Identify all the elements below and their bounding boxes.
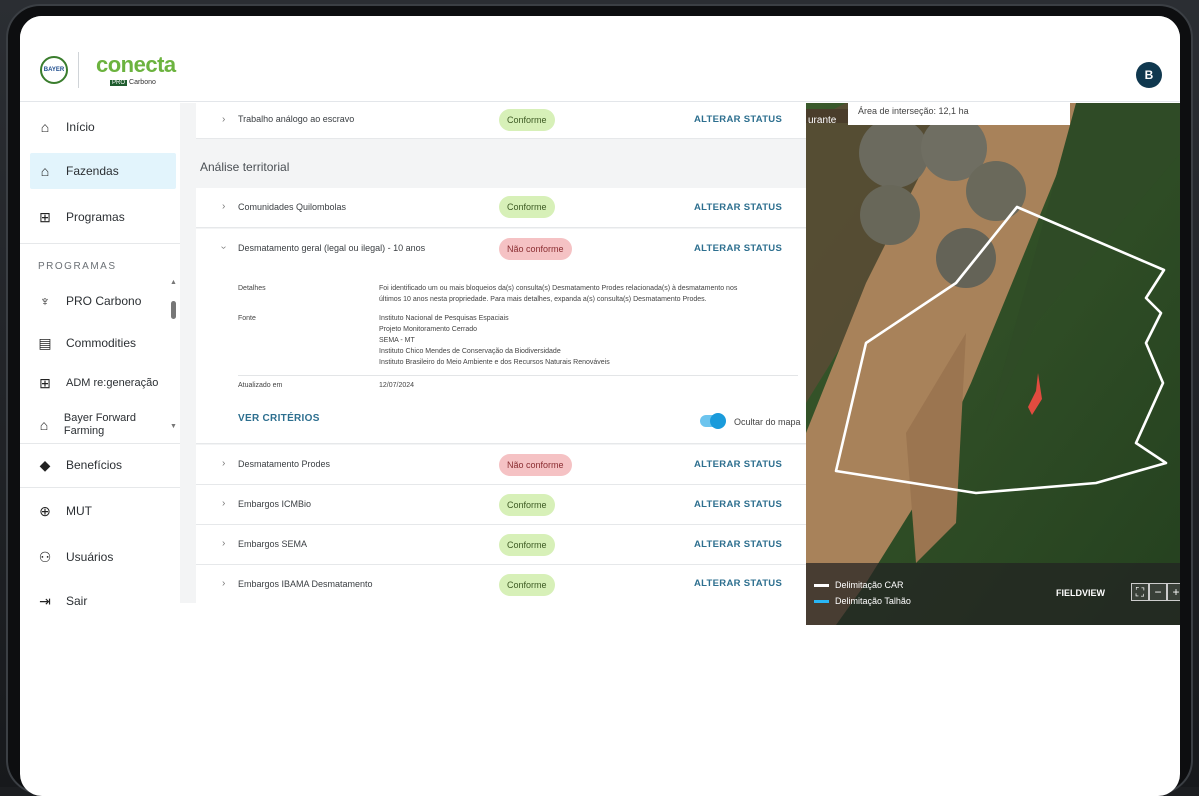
zoom-in-button[interactable]: + [1167, 583, 1180, 601]
status-badge: Não conforme [499, 238, 572, 260]
map-imagery [806, 103, 1180, 625]
satellite-map[interactable]: Área de interseção: 12,1 ha urante Delim… [806, 103, 1180, 625]
sidebar-scrollbar[interactable] [171, 301, 176, 319]
legend-talhao: Delimitação Talhão [814, 596, 911, 606]
list-item[interactable]: › Embargos IBAMA Desmatamento Conforme A… [196, 565, 806, 603]
conecta-logo-sub: PRO Carbono [110, 79, 156, 86]
alter-status-button[interactable]: ALTERAR STATUS [694, 114, 782, 125]
source-label: Fonte [238, 315, 256, 322]
chevron-right-icon[interactable]: › [222, 458, 225, 469]
source-item: Projeto Monitoramento Cerrado [379, 326, 478, 333]
details-label: Detalhes [238, 285, 266, 292]
source-item: Instituto Brasileiro do Meio Ambiente e … [379, 359, 610, 366]
status-badge: Conforme [499, 534, 555, 556]
list-item[interactable]: › Comunidades Quilombolas Conforme ALTER… [196, 188, 806, 228]
chevron-right-icon[interactable]: › [222, 578, 225, 589]
status-badge: Conforme [499, 574, 555, 596]
list-item[interactable]: › Desmatamento Prodes Não conforme ALTER… [196, 445, 806, 485]
updated-value: 12/07/2024 [379, 382, 415, 389]
app-screen: BAYER conecta PRO Carbono B ⌂ Início ⌂ Faze… [20, 16, 1180, 796]
sidebar: ⌂ Início ⌂ Fazendas ⊞ Programas PROGRAMAS ♆… [20, 103, 180, 609]
alter-status-button[interactable]: ALTERAR STATUS [694, 202, 782, 213]
map-place-label: urante [808, 115, 837, 126]
home-icon: ⌂ [40, 119, 50, 135]
zoom-out-button[interactable]: − [1149, 583, 1167, 601]
view-criteria-button[interactable]: VER CRITÉRIOS [238, 413, 320, 424]
sidebar-divider [20, 487, 180, 488]
alter-status-button[interactable]: ALTERAR STATUS [694, 459, 782, 470]
list-item[interactable]: › Embargos SEMA Conforme ALTERAR STATUS [196, 525, 806, 565]
legend-car: Delimitação CAR [814, 580, 904, 590]
updated-label: Atualizado em [238, 382, 283, 389]
logo-divider [78, 52, 79, 88]
alter-status-button[interactable]: ALTERAR STATUS [694, 578, 782, 589]
fullscreen-icon[interactable]: ⛶ [1131, 583, 1149, 601]
details-divider [238, 375, 798, 376]
sidebar-item-sair[interactable]: ⇥ Sair [30, 583, 176, 619]
programs-section-label: PROGRAMAS [38, 261, 117, 272]
chevron-down-icon[interactable]: › [218, 246, 229, 249]
status-badge: Conforme [499, 109, 555, 131]
sidebar-item-commodities[interactable]: ▤ Commodities [30, 325, 176, 361]
hide-from-map-label: Ocultar do mapa [734, 417, 801, 427]
section-title: Análise territorial [200, 160, 290, 174]
grid-icon: ⊞ [39, 208, 51, 225]
toggle-knob [710, 413, 726, 429]
source-item: Instituto Chico Mendes de Conservação da… [379, 348, 561, 355]
scroll-up-arrow-icon[interactable]: ▲ [170, 279, 177, 286]
status-badge: Conforme [499, 494, 555, 516]
tag-icon: ◆ [39, 456, 51, 473]
conecta-logo[interactable]: conecta [96, 52, 176, 78]
home-outline-icon: ⌂ [39, 416, 49, 433]
sidebar-item-usuarios[interactable]: ⚇ Usuários [30, 539, 176, 575]
details-text: últimos 10 anos nesta propriedade. Para … [379, 296, 707, 303]
globe-icon: ⊕ [39, 502, 51, 519]
chevron-right-icon[interactable]: › [222, 114, 225, 125]
sidebar-item-inicio[interactable]: ⌂ Início [30, 109, 176, 145]
alter-status-button[interactable]: ALTERAR STATUS [694, 499, 782, 510]
grid-icon: ⊞ [39, 374, 51, 391]
sidebar-item-pro-carbono[interactable]: ♆ PRO Carbono [30, 283, 176, 319]
sidebar-item-mut[interactable]: ⊕ MUT [30, 493, 176, 529]
status-badge: Conforme [499, 196, 555, 218]
sidebar-item-bayer-forward-farming[interactable]: ⌂ Bayer Forward Farming [30, 407, 166, 443]
bayer-logo: BAYER [40, 56, 68, 84]
doc-icon: ▤ [38, 334, 52, 351]
list-item[interactable]: › Trabalho análogo ao escravo Conforme A… [196, 103, 806, 139]
logout-icon: ⇥ [39, 592, 51, 609]
top-bar: BAYER conecta PRO Carbono B [20, 16, 1180, 102]
status-badge: Não conforme [499, 454, 572, 476]
map-legend-bar: Delimitação CAR Delimitação Talhão FIELD… [806, 563, 1180, 625]
scroll-down-arrow-icon[interactable]: ▼ [170, 423, 177, 430]
user-icon: ⚇ [38, 548, 52, 565]
alter-status-button[interactable]: ALTERAR STATUS [694, 539, 782, 550]
fieldview-logo: FIELDVIEW [1056, 588, 1105, 598]
chevron-right-icon[interactable]: › [222, 538, 225, 549]
details-text: Foi identificado um ou mais bloqueios da… [379, 285, 738, 292]
sidebar-divider [20, 443, 180, 444]
legend-swatch-car [814, 583, 829, 587]
source-item: SEMA - MT [379, 337, 415, 344]
hide-from-map-toggle[interactable] [700, 413, 726, 429]
sidebar-item-beneficios[interactable]: ◆ Benefícios [30, 447, 176, 483]
chevron-right-icon[interactable]: › [222, 498, 225, 509]
legend-swatch-talhao [814, 599, 829, 603]
sidebar-item-adm-regeneracao[interactable]: ⊞ ADM re:generação [30, 365, 166, 401]
user-avatar[interactable]: B [1136, 62, 1162, 88]
chevron-right-icon[interactable]: › [222, 201, 225, 212]
sidebar-item-fazendas[interactable]: ⌂ Fazendas [30, 153, 176, 189]
list-item-expanded[interactable]: › Desmatamento geral (legal ou ilegal) -… [196, 229, 806, 444]
sidebar-item-programas[interactable]: ⊞ Programas [30, 199, 176, 235]
sprout-icon: ♆ [39, 293, 51, 309]
intersection-area-tooltip: Área de interseção: 12,1 ha [848, 103, 1070, 125]
source-item: Instituto Nacional de Pesquisas Espaciai… [379, 315, 509, 322]
alter-status-button[interactable]: ALTERAR STATUS [694, 243, 782, 254]
main-content: › Trabalho análogo ao escravo Conforme A… [180, 103, 806, 603]
sidebar-divider [20, 243, 180, 244]
list-item[interactable]: › Embargos ICMBio Conforme ALTERAR STATU… [196, 485, 806, 525]
farm-icon: ⌂ [40, 163, 50, 179]
